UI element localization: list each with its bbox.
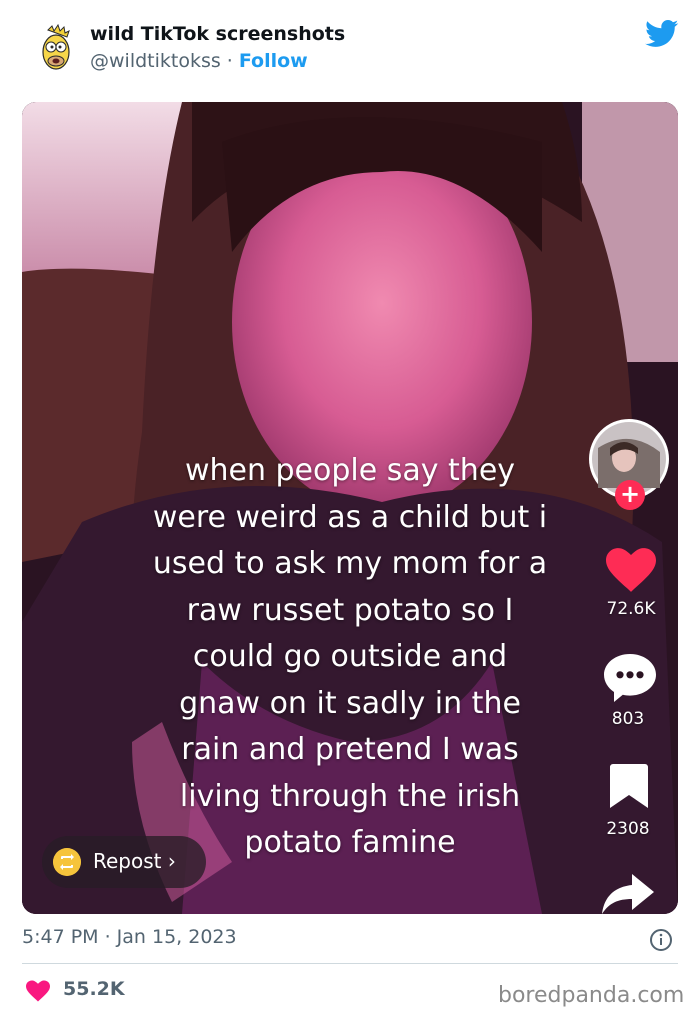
caption-line: raw russet potato so I — [186, 592, 514, 628]
account-handle[interactable]: @wildtiktokss — [90, 50, 221, 72]
bookmark-icon[interactable] — [610, 764, 648, 808]
info-icon[interactable] — [649, 928, 673, 952]
account-name[interactable]: wild TikTok screenshots — [90, 23, 345, 45]
repost-button[interactable]: Repost › — [42, 836, 206, 888]
video-save-count: 2308 — [606, 819, 650, 839]
caption-line: gnaw on it sadly in the — [179, 685, 521, 721]
tweet-header: wild TikTok screenshots @wildtiktokss · Fo… — [0, 0, 700, 100]
share-arrow-icon[interactable] — [602, 874, 654, 914]
twitter-bird-icon[interactable] — [645, 20, 679, 48]
divider — [22, 963, 678, 964]
video-caption: when people say they were weird as a chi… — [122, 448, 578, 867]
boredpanda-watermark: boredpanda.com — [498, 983, 685, 1008]
caption-line: could go outside and — [192, 639, 508, 674]
tiktok-video-screenshot[interactable]: when people say they were weird as a chi… — [22, 102, 678, 914]
heart-icon[interactable] — [606, 548, 656, 592]
follow-creator-button[interactable]: + — [615, 480, 645, 510]
caption-line: when people say they — [184, 453, 516, 488]
repost-icon — [53, 848, 81, 876]
tweet-like-count[interactable]: 55.2K — [63, 978, 125, 1000]
follow-button[interactable]: Follow — [239, 50, 308, 72]
video-like-count: 72.6K — [606, 599, 656, 619]
account-avatar[interactable] — [34, 24, 78, 74]
handle-separator: · — [226, 50, 233, 72]
repost-label: Repost › — [93, 849, 176, 873]
heart-icon[interactable] — [26, 980, 50, 1002]
handle-row: @wildtiktokss · Follow — [90, 50, 308, 72]
video-comment-count: 803 — [611, 709, 645, 729]
comment-bubble-icon[interactable] — [604, 654, 656, 702]
caption-line: used to ask my mom for a — [152, 546, 548, 581]
caption-line: were weird as a child but i — [152, 499, 548, 535]
caption-line: living through the irish — [179, 778, 521, 814]
tweet-timestamp[interactable]: 5:47 PM · Jan 15, 2023 — [22, 926, 237, 948]
caption-line: rain and pretend I was — [181, 732, 519, 767]
